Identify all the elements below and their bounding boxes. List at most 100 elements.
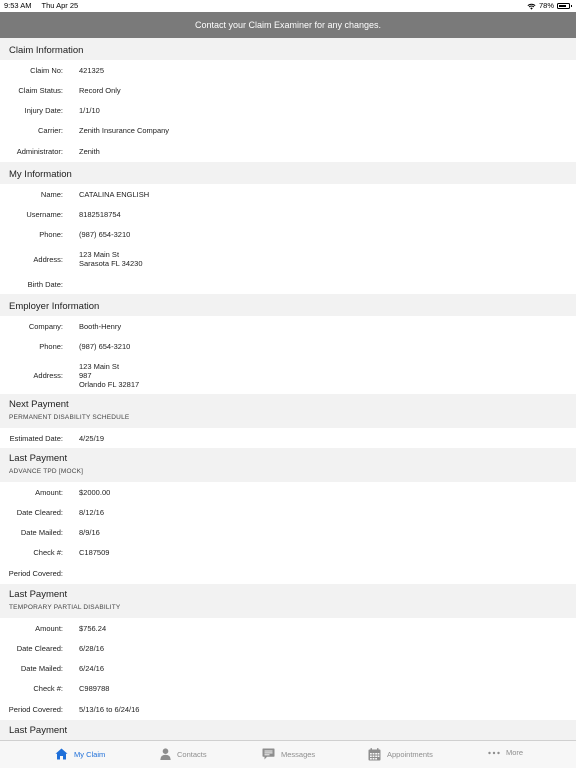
field-value: Record Only [79,85,121,95]
field-label: Birth Date: [27,279,63,289]
person-icon [160,748,171,760]
field-label: Period Covered: [8,568,63,578]
claim-no-row: Claim No: 421325 [0,60,576,80]
field-label: Injury Date: [24,105,63,115]
tab-label: My Claim [74,749,106,759]
last-payment-header: Last Payment ADVANCE TPD [MOCK] [0,448,576,482]
field-label: Carrier: [37,125,63,135]
name-row: Name: CATALINA ENGLISH [0,184,576,204]
section-title: Employer Information [9,301,100,312]
section-title: Next Payment [9,399,69,410]
battery-icon [557,3,572,9]
field-value: 123 Main St Sarasota FL 34230 [79,250,143,268]
amount-row: Amount: $2000.00 [0,482,576,502]
section-subtitle: PERMANENT DISABILITY SCHEDULE [9,414,130,421]
address-line: 123 Main St [79,250,120,259]
estimated-date-row: Estimated Date: 4/25/19 [0,428,576,448]
home-icon [55,748,68,760]
status-bar: 9:53 AM Thu Apr 25 78% [0,0,576,12]
field-value: 5/13/16 to 6/24/16 [79,704,140,714]
section-subtitle: TEMPORARY PARTIAL DISABILITY [9,604,121,611]
last-payment-header: Last Payment TEMPORARY PARTIAL DISABILIT… [0,584,576,618]
section-title: Last Payment [9,725,68,736]
field-value: 4/25/19 [79,433,105,443]
check-number-row: Check #: C989788 [0,678,576,698]
more-icon [488,751,500,754]
field-label: Estimated Date: [9,433,63,443]
period-covered-row: Period Covered: [0,562,576,584]
calendar-icon [368,748,381,761]
battery-percent: 78% [538,1,554,10]
amount-row: Amount: $756.24 [0,618,576,638]
field-value: Zenith [79,146,100,156]
address-line: 987 [79,370,92,380]
my-info-header: My Information [0,162,576,184]
date-cleared-row: Date Cleared: 8/12/16 [0,502,576,522]
field-value: 1/1/10 [79,105,100,115]
field-value: 421325 [79,65,105,75]
field-value: 123 Main St 987 Orlando FL 32817 [79,362,139,389]
tab-messages[interactable]: Messages [262,748,315,760]
field-label: Amount: [35,487,63,497]
tab-label: Appointments [387,750,433,759]
tab-more[interactable]: More [488,748,523,757]
tab-bar: My Claim Contacts Messages Appointments … [0,740,576,768]
last-payment-header: Last Payment [0,720,576,740]
status-time: 9:53 AM [4,1,32,10]
field-value: 8/12/16 [79,507,105,517]
section-title: Claim Information [9,45,84,56]
tab-contacts[interactable]: Contacts [160,748,207,760]
section-subtitle: ADVANCE TPD [MOCK] [9,468,84,475]
field-label: Name: [40,189,63,199]
section-title: Last Payment [9,589,68,600]
date-mailed-row: Date Mailed: 6/24/16 [0,658,576,678]
tab-label: More [506,748,524,757]
field-value: 8/9/16 [79,527,100,537]
claim-info-header: Claim Information [0,38,576,60]
field-label: Date Cleared: [16,643,63,653]
field-label: Date Cleared: [16,507,63,517]
field-label: Phone: [39,341,63,351]
field-label: Username: [26,209,63,219]
field-value: $756.24 [79,623,107,633]
address-line: Orlando FL 32817 [79,379,140,389]
phone-link[interactable]: (987) 654-3210 [79,230,130,239]
message-icon [262,748,275,760]
date-cleared-row: Date Cleared: 6/28/16 [0,638,576,658]
claim-scroll-view[interactable]: Claim Information Claim No: 421325 Claim… [0,38,576,740]
field-value: $2000.00 [79,487,111,497]
field-value: CATALINA ENGLISH [79,189,150,199]
field-label: Company: [28,321,63,331]
birth-date-row: Birth Date: [0,274,576,294]
employer-phone-row: Phone: (987) 654-3210 [0,336,576,356]
phone-link[interactable]: (987) 654-3210 [79,342,130,351]
phone-row: Phone: (987) 654-3210 [0,224,576,244]
status-date: Thu Apr 25 [41,1,79,10]
field-value: 6/24/16 [79,663,105,673]
field-label: Period Covered: [8,704,63,714]
check-number-row: Check #: C187509 [0,542,576,562]
tab-appointments[interactable]: Appointments [368,748,433,761]
field-value: 8182518754 [79,209,121,219]
notice-banner: Contact your Claim Examiner for any chan… [0,12,576,38]
field-value: Zenith Insurance Company [79,125,170,135]
date-mailed-row: Date Mailed: 8/9/16 [0,522,576,542]
field-label: Date Mailed: [20,527,63,537]
address-line: Sarasota FL 34230 [79,259,143,268]
tab-label: Messages [281,749,316,759]
carrier-row: Carrier: Zenith Insurance Company [0,120,576,140]
address-line: 123 Main St [79,361,120,371]
next-payment-header: Next Payment PERMANENT DISABILITY SCHEDU… [0,394,576,428]
field-label: Claim Status: [18,85,63,95]
address-row: Address: 123 Main St Sarasota FL 34230 [0,244,576,274]
company-row: Company: Booth-Henry [0,316,576,336]
administrator-row: Administrator: Zenith [0,140,576,162]
tab-my-claim[interactable]: My Claim [55,748,105,760]
field-label: Date Mailed: [20,663,63,673]
section-title: Last Payment [9,453,68,464]
section-title: My Information [9,169,72,180]
field-value: Booth-Henry [79,321,122,331]
claim-status-row: Claim Status: Record Only [0,80,576,100]
tab-label: Contacts [177,749,207,759]
field-label: Address: [33,370,63,380]
